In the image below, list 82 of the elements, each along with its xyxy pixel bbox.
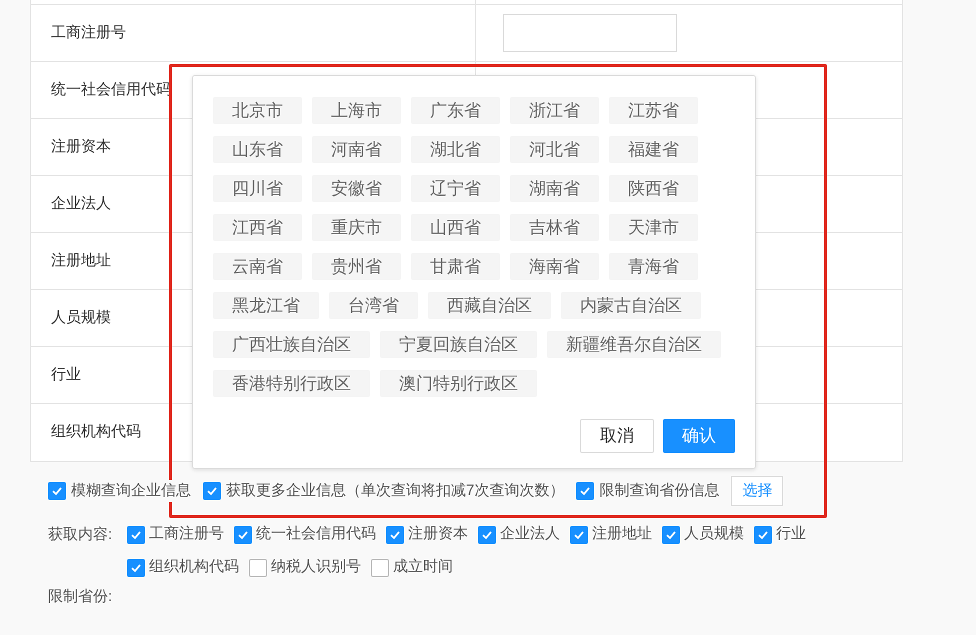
province-tag[interactable]: 山西省 <box>411 214 500 241</box>
province-tag[interactable]: 海南省 <box>510 253 599 280</box>
province-tag[interactable]: 吉林省 <box>510 214 599 241</box>
province-tag[interactable]: 重庆市 <box>312 214 401 241</box>
field-label: 组织机构代码 <box>51 422 141 442</box>
province-tag[interactable]: 北京市 <box>213 97 302 124</box>
check-icon <box>481 528 493 540</box>
checkbox[interactable] <box>48 482 66 500</box>
check-icon <box>665 528 677 540</box>
province-tag[interactable]: 湖南省 <box>510 175 599 202</box>
province-tag[interactable]: 山东省 <box>213 136 302 163</box>
province-tag[interactable]: 江西省 <box>213 214 302 241</box>
province-tag[interactable]: 台湾省 <box>329 292 418 319</box>
input-field[interactable] <box>503 14 677 52</box>
check-icon <box>130 528 142 540</box>
checkbox[interactable] <box>371 558 389 576</box>
content-option-label: 注册资本 <box>408 524 468 544</box>
province-tag[interactable]: 湖北省 <box>411 136 500 163</box>
checkbox[interactable] <box>127 526 145 544</box>
checkbox[interactable] <box>478 526 496 544</box>
check-icon <box>389 528 401 540</box>
option-label: 模糊查询企业信息 <box>71 480 191 502</box>
province-tag[interactable]: 黑龙江省 <box>213 292 319 319</box>
province-tag[interactable]: 陕西省 <box>609 175 698 202</box>
content-option-label: 注册地址 <box>592 524 652 544</box>
province-tag[interactable]: 上海市 <box>312 97 401 124</box>
province-tag[interactable]: 贵州省 <box>312 253 401 280</box>
field-label: 工商注册号 <box>51 22 126 43</box>
check-icon <box>51 485 63 497</box>
check-icon <box>206 485 218 497</box>
confirm-button[interactable]: 确认 <box>663 419 735 453</box>
province-tag[interactable]: 内蒙古自治区 <box>561 292 701 319</box>
select-button[interactable]: 选择 <box>731 476 784 506</box>
province-tag[interactable]: 天津市 <box>609 214 698 241</box>
content-option-label: 统一社会信用代码 <box>256 524 376 544</box>
check-icon <box>579 485 592 497</box>
province-tag[interactable]: 新疆维吾尔自治区 <box>547 331 721 358</box>
check-icon <box>237 528 249 540</box>
content-option-label: 成立时间 <box>393 557 453 578</box>
checkbox[interactable] <box>386 526 404 544</box>
field-label: 人员规模 <box>51 308 111 328</box>
province-tag[interactable]: 河北省 <box>510 136 599 163</box>
checkbox[interactable] <box>576 482 594 500</box>
field-label: 注册地址 <box>51 250 111 271</box>
province-tag[interactable]: 江苏省 <box>609 97 698 124</box>
field-label: 注册资本 <box>51 136 111 157</box>
province-tag[interactable]: 浙江省 <box>510 97 599 124</box>
field-label: 企业法人 <box>51 194 111 214</box>
province-tag[interactable]: 青海省 <box>609 253 698 280</box>
checkbox[interactable] <box>203 482 221 500</box>
province-tag[interactable]: 宁夏回族自治区 <box>380 331 537 358</box>
province-tag[interactable]: 澳门特别行政区 <box>380 370 537 397</box>
province-tag[interactable]: 广东省 <box>411 97 500 124</box>
province-tag[interactable]: 福建省 <box>609 136 698 163</box>
province-tag[interactable]: 西藏自治区 <box>428 292 551 319</box>
province-tag[interactable]: 安徽省 <box>312 175 401 202</box>
province-tag[interactable]: 甘肃省 <box>411 253 500 280</box>
province-tag[interactable]: 辽宁省 <box>411 175 500 202</box>
province-limit-label: 限制省份: <box>48 588 112 605</box>
fetch-content-label: 获取内容: <box>48 525 114 545</box>
checkbox[interactable] <box>754 526 772 544</box>
province-tag[interactable]: 广西壮族自治区 <box>213 331 370 358</box>
province-tag[interactable]: 四川省 <box>213 175 302 202</box>
content-option-label: 组织机构代码 <box>149 557 239 578</box>
field-label: 行业 <box>51 364 81 385</box>
check-icon <box>130 562 142 574</box>
cancel-button[interactable]: 取消 <box>580 419 654 453</box>
checkbox[interactable] <box>249 558 267 576</box>
checkbox[interactable] <box>234 526 252 544</box>
checkbox[interactable] <box>570 526 588 544</box>
province-tag[interactable]: 香港特别行政区 <box>213 370 370 397</box>
content-option-label: 企业法人 <box>500 524 560 544</box>
check-icon <box>757 528 769 540</box>
checkbox[interactable] <box>127 558 145 576</box>
province-tag[interactable]: 云南省 <box>213 253 302 280</box>
content-option-label: 纳税人识别号 <box>271 557 361 578</box>
content-option-label: 人员规模 <box>684 524 744 544</box>
checkbox[interactable] <box>662 526 680 544</box>
content-option-label: 行业 <box>776 524 806 544</box>
content-option-label: 工商注册号 <box>149 524 224 544</box>
check-icon <box>573 528 585 540</box>
province-tag[interactable]: 河南省 <box>312 136 401 163</box>
